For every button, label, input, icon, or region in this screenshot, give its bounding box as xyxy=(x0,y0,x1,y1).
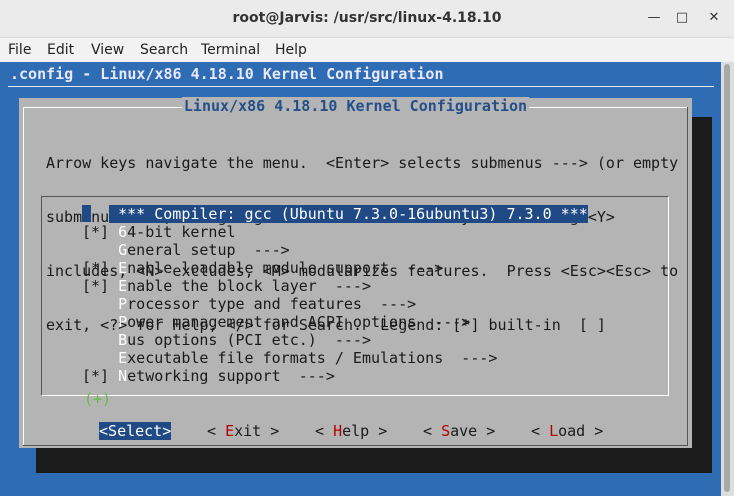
menu-item[interactable]: Bus options (PCI etc.) ---> xyxy=(82,331,371,349)
menu-help[interactable]: Help xyxy=(275,42,307,58)
menu-item-label: ower management and ACPI options ---> xyxy=(127,313,471,331)
menu-item-hotkey: 6 xyxy=(118,223,128,241)
menu-item-label: nable the block layer ---> xyxy=(127,277,371,295)
button-exit[interactable]: < Exit > xyxy=(207,422,279,440)
button-bracket: < xyxy=(207,422,226,440)
window-titlebar: root@Jarvis: /usr/src/linux-4.18.10 — □ … xyxy=(0,0,734,38)
scrollbar-thumb[interactable] xyxy=(724,64,730,492)
menu-item-label: us options (PCI etc.) ---> xyxy=(127,331,371,349)
menu-item-prefix: [*] xyxy=(82,277,119,295)
header-divider xyxy=(8,86,714,87)
dialog-border-left xyxy=(23,107,24,445)
button-hotkey: H xyxy=(333,422,343,440)
menu-item-prefix xyxy=(82,313,118,331)
window-title: root@Jarvis: /usr/src/linux-4.18.10 xyxy=(232,10,502,26)
button-label: elp xyxy=(342,422,370,440)
menu-item-label: nable loadable module support ---> xyxy=(127,259,444,277)
menu-item[interactable]: [*] Networking support ---> xyxy=(82,367,335,385)
menu-item[interactable]: *** Compiler: gcc (Ubuntu 7.3.0-16ubuntu… xyxy=(82,205,588,223)
menu-item[interactable]: [*] Enable loadable module support ---> xyxy=(82,259,443,277)
menu-view[interactable]: View xyxy=(91,42,124,58)
maximize-icon[interactable]: □ xyxy=(669,6,695,30)
button-label: ave xyxy=(450,422,478,440)
menu-search[interactable]: Search xyxy=(140,42,188,58)
minimize-icon[interactable]: — xyxy=(641,6,667,30)
menuconfig-dialog: Linux/x86 4.18.10 Kernel Configuration A… xyxy=(19,97,692,448)
button-bracket: < xyxy=(99,422,109,440)
menu-item[interactable]: Power management and ACPI options ---> xyxy=(82,313,470,331)
menu-item-hotkey: P xyxy=(118,295,128,313)
button-bracket: < xyxy=(315,422,334,440)
menu-item-prefix xyxy=(82,295,118,313)
button-hotkey: L xyxy=(549,422,559,440)
button-bracket: > xyxy=(477,422,496,440)
config-header: .config - Linux/x86 4.18.10 Kernel Confi… xyxy=(10,65,444,83)
menu-item-hotkey: G xyxy=(118,241,128,259)
button-bracket: < xyxy=(531,422,550,440)
menu-list: *** Compiler: gcc (Ubuntu 7.3.0-16ubuntu… xyxy=(41,196,669,408)
menu-item-prefix xyxy=(82,241,118,259)
dialog-border-right xyxy=(687,107,688,445)
help-line: Arrow keys navigate the menu. <Enter> se… xyxy=(46,154,679,172)
menu-item-prefix: [*] xyxy=(82,223,119,241)
button-label: elect xyxy=(117,422,163,440)
dialog-title-wrap: Linux/x86 4.18.10 Kernel Configuration xyxy=(19,97,692,115)
button-bracket: < xyxy=(423,422,442,440)
menu-item-hotkey: B xyxy=(118,331,128,349)
menu-item-hotkey: N xyxy=(118,367,128,385)
button-hotkey: S xyxy=(441,422,451,440)
menu-item-prefix xyxy=(82,349,118,367)
menu-item-prefix: [*] xyxy=(82,367,119,385)
menu-item[interactable]: Processor type and features ---> xyxy=(82,295,416,313)
close-icon[interactable]: ✕ xyxy=(701,6,727,30)
scrollbar[interactable] xyxy=(721,62,734,496)
button-label: oad xyxy=(558,422,586,440)
terminal-area[interactable]: .config - Linux/x86 4.18.10 Kernel Confi… xyxy=(0,62,734,496)
menu-item-label: eneral setup ---> xyxy=(127,241,290,259)
menu-item-prefix: [*] xyxy=(82,259,119,277)
menu-edit[interactable]: Edit xyxy=(47,42,74,58)
button-bracket: > xyxy=(585,422,604,440)
menu-item-prefix xyxy=(82,331,118,349)
more-indicator: (+) xyxy=(84,390,112,408)
menu-item[interactable]: [*] Enable the block layer ---> xyxy=(82,277,371,295)
dialog-title: Linux/x86 4.18.10 Kernel Configuration xyxy=(181,97,530,115)
menu-item[interactable]: [*] 64-bit kernel xyxy=(82,223,236,241)
button-select[interactable]: <Select> xyxy=(99,422,172,440)
menu-item-prefix xyxy=(82,205,109,223)
button-label: xit xyxy=(234,422,262,440)
menu-file[interactable]: File xyxy=(8,42,31,58)
menu-item[interactable]: General setup ---> xyxy=(82,241,290,259)
menu-item-label: xecutable file formats / Emulations ---> xyxy=(127,349,498,367)
menu-item[interactable]: Executable file formats / Emulations ---… xyxy=(82,349,497,367)
menu-item-hotkey: E xyxy=(118,277,128,295)
button-load[interactable]: < Load > xyxy=(531,422,603,440)
menu-item-hotkey: E xyxy=(118,259,128,277)
button-hotkey: S xyxy=(108,422,118,440)
menu-item-label: 4-bit kernel xyxy=(127,223,236,241)
menu-item-label: etworking support ---> xyxy=(127,367,335,385)
menubar: File Edit View Search Terminal Help xyxy=(0,38,734,62)
menu-item-label: rocessor type and features ---> xyxy=(127,295,417,313)
button-save[interactable]: < Save > xyxy=(423,422,495,440)
button-bracket: > xyxy=(261,422,280,440)
menu-item-label: *** Compiler: gcc (Ubuntu 7.3.0-16ubuntu… xyxy=(109,205,588,223)
menu-item-hotkey: E xyxy=(118,349,128,367)
menu-terminal[interactable]: Terminal xyxy=(201,42,260,58)
button-help[interactable]: < Help > xyxy=(315,422,387,440)
dialog-border-bottom xyxy=(23,445,688,446)
button-bracket: > xyxy=(162,422,172,440)
menu-item-hotkey: P xyxy=(118,313,128,331)
button-hotkey: E xyxy=(225,422,235,440)
button-bracket: > xyxy=(369,422,388,440)
